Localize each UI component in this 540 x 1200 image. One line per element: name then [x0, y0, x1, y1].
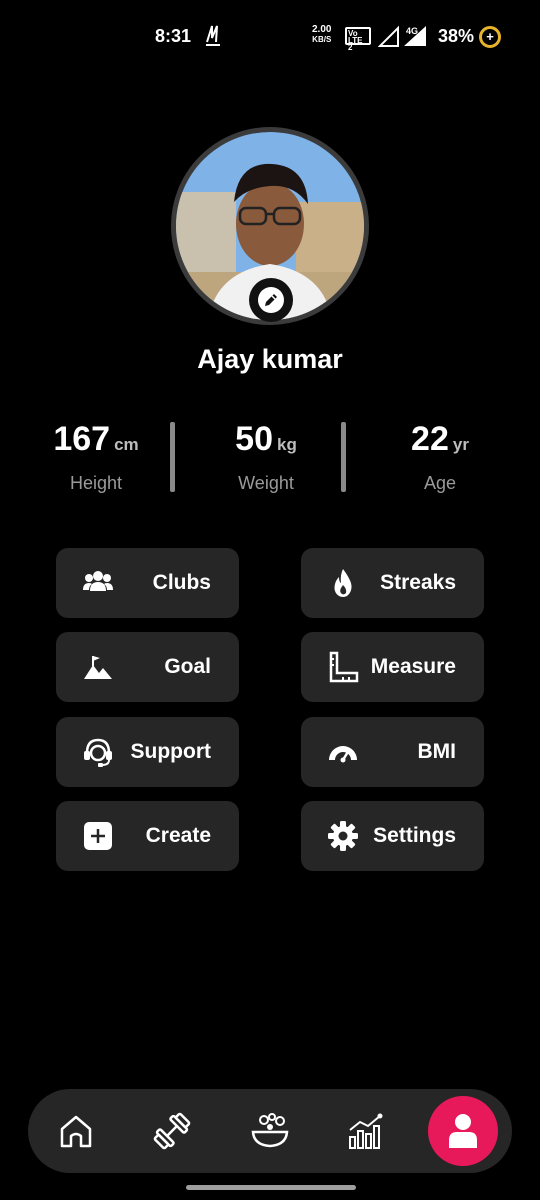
network-activity-icon: [206, 25, 220, 46]
stat-label: Height: [69, 473, 123, 493]
gauge-icon: [329, 746, 357, 763]
gear-icon: [328, 821, 358, 851]
menu-label: Create: [145, 824, 211, 847]
create-button[interactable]: Create: [56, 801, 239, 871]
volte-badge: Vo LTE 2: [345, 27, 371, 52]
clubs-button[interactable]: Clubs: [56, 548, 239, 618]
group-icon: [83, 571, 113, 591]
stat-height: 167 cm Height: [6, 420, 186, 494]
settings-button[interactable]: Settings: [301, 801, 484, 871]
stat-label: Weight: [238, 473, 294, 493]
stat-divider: [341, 422, 346, 492]
nav-profile-button[interactable]: [428, 1096, 498, 1166]
profile-name: Ajay kumar: [197, 344, 343, 374]
menu-label: Goal: [164, 655, 211, 678]
menu-label: Measure: [370, 655, 456, 678]
stat-value: 50: [235, 420, 273, 458]
edit-icon: [258, 287, 284, 313]
stat-unit: cm: [114, 435, 139, 454]
edit-avatar-button[interactable]: [249, 278, 293, 322]
menu-label: Streaks: [380, 571, 456, 594]
stat-value: 22: [411, 420, 449, 458]
stat-age: 22 yr Age: [350, 420, 530, 494]
net-speed: 2.00 KB/S: [312, 24, 332, 45]
menu-label: Clubs: [152, 571, 211, 594]
plus-square-icon: [84, 822, 112, 850]
bottom-nav: [28, 1089, 512, 1173]
home-icon[interactable]: [56, 1111, 96, 1151]
battery-percent: 38%: [438, 26, 475, 46]
menu-label: BMI: [417, 740, 457, 763]
stat-weight: 50 kg Weight: [176, 420, 356, 494]
home-indicator[interactable]: [186, 1185, 356, 1190]
ruler-icon: [329, 651, 359, 683]
food-bowl-icon[interactable]: [250, 1111, 290, 1151]
stat-unit: yr: [452, 435, 469, 454]
mountain-flag-icon: [84, 656, 112, 679]
battery-saver-icon: +: [479, 26, 501, 48]
menu-label: Support: [130, 740, 211, 763]
stat-divider: [170, 422, 175, 492]
svg-text:4G: 4G: [406, 26, 418, 36]
signal-icon: 4G: [378, 25, 426, 47]
bar-chart-icon[interactable]: [346, 1111, 386, 1151]
flame-icon: [334, 569, 352, 597]
stat-label: Age: [423, 473, 457, 493]
status-time: 8:31: [155, 26, 192, 46]
goal-button[interactable]: Goal: [56, 632, 239, 702]
headset-icon: [84, 738, 112, 767]
streaks-button[interactable]: Streaks: [301, 548, 484, 618]
measure-button[interactable]: Measure: [301, 632, 484, 702]
dumbbell-icon[interactable]: [152, 1111, 192, 1151]
bmi-button[interactable]: BMI: [301, 717, 484, 787]
status-bar: 8:31 2.00 KB/S Vo LTE 2 4G 38% +: [0, 0, 540, 72]
menu-label: Settings: [373, 824, 456, 847]
support-button[interactable]: Support: [56, 717, 239, 787]
stat-unit: kg: [276, 435, 297, 454]
user-icon: [449, 1114, 477, 1148]
stat-value: 167: [53, 420, 111, 458]
